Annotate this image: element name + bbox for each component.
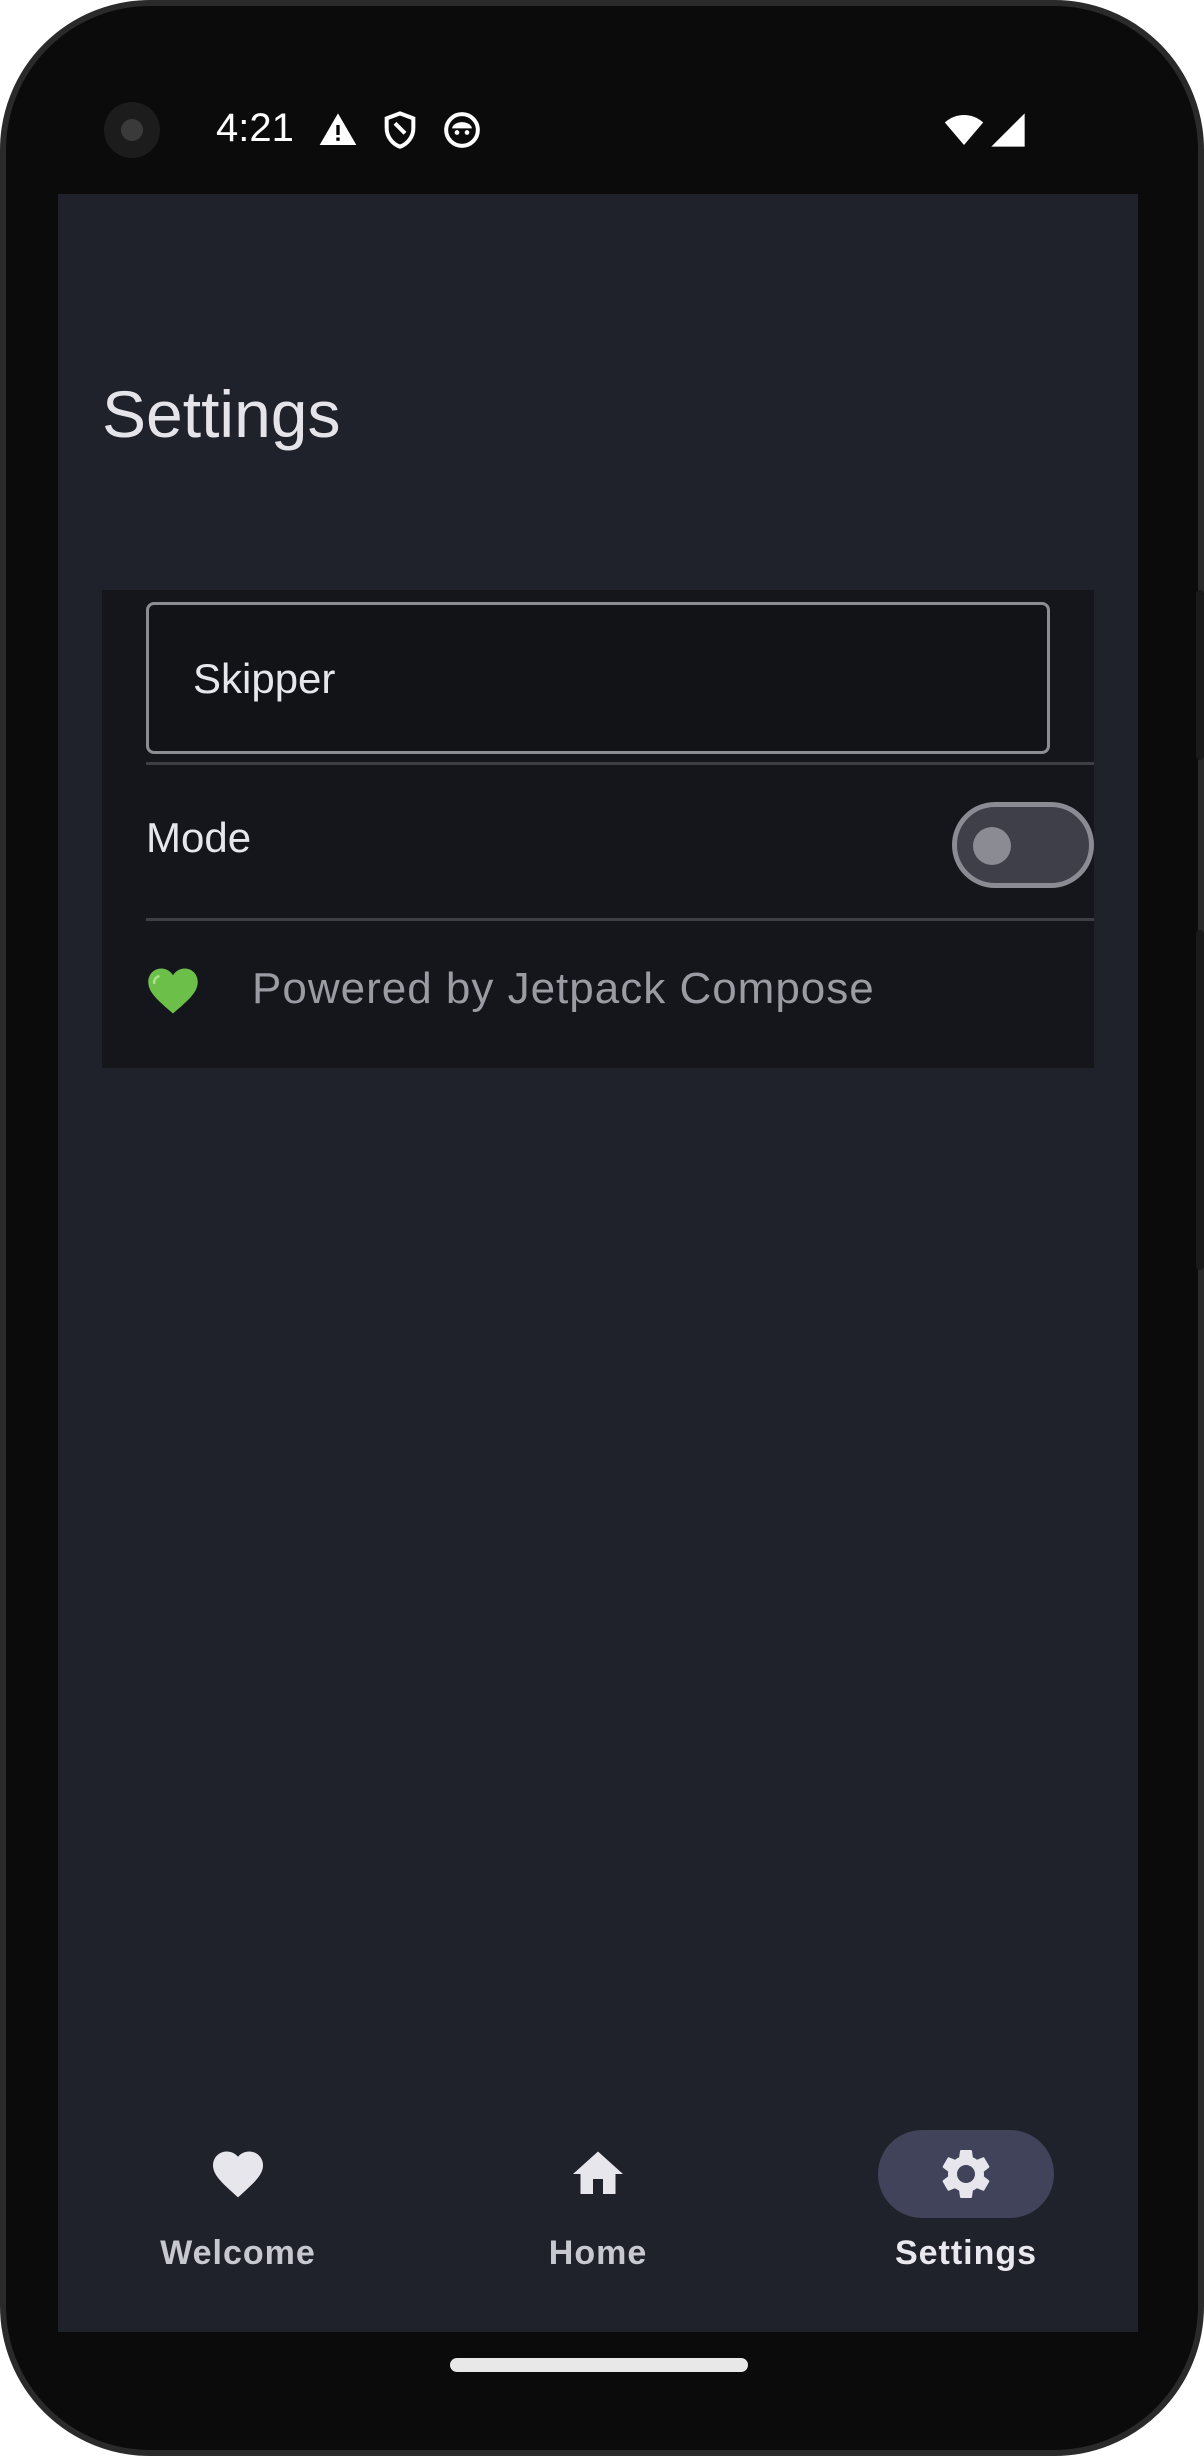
cell-signal-icon <box>991 113 1025 147</box>
nav-label: Welcome <box>160 2234 316 2272</box>
android-face-icon <box>444 112 480 148</box>
status-time: 4:21 <box>216 106 294 150</box>
home-indicator-bar[interactable] <box>450 2358 748 2372</box>
mode-toggle[interactable] <box>952 802 1094 888</box>
mode-label: Mode <box>146 814 252 861</box>
gear-icon <box>942 2150 990 2198</box>
divider <box>146 918 1094 921</box>
nav-label: Home <box>548 2234 648 2272</box>
heart-icon <box>213 2151 263 2198</box>
wifi-icon <box>944 115 984 145</box>
nav-item-welcome[interactable]: Welcome <box>88 2084 388 2284</box>
shield-icon <box>384 111 416 149</box>
app-screen: Settings Skipper Mode Powered by Jetpack… <box>58 194 1138 2332</box>
name-input[interactable]: Skipper <box>146 602 1050 754</box>
front-camera <box>104 102 160 158</box>
name-input-value: Skipper <box>193 655 336 702</box>
power-button <box>1196 590 1204 760</box>
status-bar: 4:21 <box>58 70 1138 188</box>
home-icon <box>573 2151 623 2194</box>
powered-by-text: Powered by Jetpack Compose <box>252 964 875 1013</box>
bottom-navigation: Welcome Home Settings <box>58 2084 1138 2332</box>
nav-item-settings[interactable]: Settings <box>816 2084 1116 2284</box>
nav-label: Settings <box>894 2234 1038 2272</box>
green-heart-icon <box>148 968 198 1014</box>
volume-button <box>1196 930 1204 1270</box>
divider <box>146 762 1094 765</box>
page-title: Settings <box>102 377 341 451</box>
settings-card: Skipper Mode Powered by Jetpack Compose <box>102 590 1094 1068</box>
toggle-knob <box>973 827 1011 865</box>
warning-icon <box>319 113 357 145</box>
nav-item-home[interactable]: Home <box>448 2084 748 2284</box>
